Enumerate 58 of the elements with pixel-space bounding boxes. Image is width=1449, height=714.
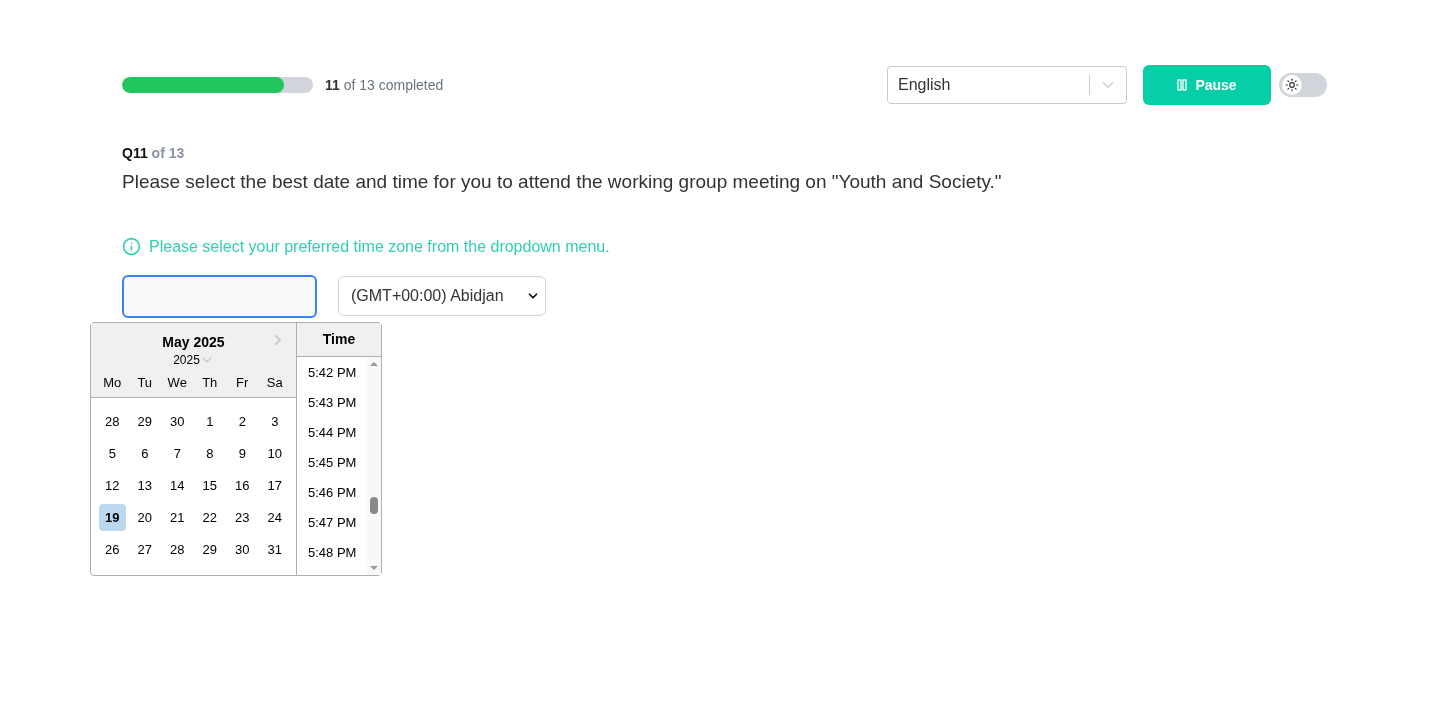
language-select[interactable]: English <box>887 66 1127 104</box>
day-cell[interactable]: 20 <box>131 504 159 531</box>
day-cell[interactable]: 27 <box>131 536 159 563</box>
time-option[interactable]: 5:47 PM <box>297 514 367 531</box>
day-cell[interactable]: 22 <box>196 504 224 531</box>
day-cell[interactable]: 24 <box>261 504 289 531</box>
weekday-label: Sa <box>265 374 284 392</box>
scrollbar[interactable] <box>367 357 381 575</box>
time-option[interactable]: 5:46 PM <box>297 484 367 501</box>
day-cell[interactable]: 10 <box>261 440 289 467</box>
day-cell[interactable]: 29 <box>196 536 224 563</box>
timezone-select[interactable]: (GMT+00:00) Abidjan <box>338 276 546 316</box>
day-cell[interactable]: 19 <box>98 504 126 531</box>
time-header: Time <box>297 323 381 357</box>
day-cell[interactable]: 26 <box>98 536 126 563</box>
day-cell[interactable]: 3 <box>261 408 289 435</box>
day-cell[interactable]: 13 <box>131 472 159 499</box>
info-icon <box>122 237 141 256</box>
year-select[interactable]: 2025 <box>91 353 296 367</box>
day-cell[interactable]: 2 <box>228 408 256 435</box>
time-option[interactable]: 5:45 PM <box>297 454 367 471</box>
day-cell[interactable]: 7 <box>163 440 191 467</box>
day-cell[interactable]: 30 <box>228 536 256 563</box>
weekday-label: Mo <box>102 374 123 392</box>
day-cell[interactable]: 5 <box>98 440 126 467</box>
question-text: Please select the best date and time for you to attend the working group meeting on "Youth and Society." <box>122 170 1003 194</box>
day-cell[interactable]: 23 <box>228 504 256 531</box>
day-cell[interactable]: 15 <box>196 472 224 499</box>
time-option[interactable]: 5:44 PM <box>297 424 367 441</box>
month-title: May 2025 <box>162 333 225 352</box>
question-number: Q11 of 13 <box>122 144 186 163</box>
weekday-label: We <box>166 374 188 392</box>
time-option[interactable]: 5:42 PM <box>297 364 367 381</box>
day-cell[interactable]: 31 <box>261 536 289 563</box>
time-option[interactable]: 5:48 PM <box>297 544 367 561</box>
date-field[interactable] <box>122 274 317 318</box>
day-cell[interactable]: 14 <box>163 472 191 499</box>
day-cell[interactable]: 29 <box>131 408 159 435</box>
day-cell[interactable]: 1 <box>196 408 224 435</box>
weekday-label: Th <box>201 374 219 392</box>
day-cell[interactable]: 12 <box>98 472 126 499</box>
day-cell[interactable]: 28 <box>98 408 126 435</box>
sun-icon <box>1285 78 1299 92</box>
progress-text: 11 of 13 completed <box>325 75 444 95</box>
day-cell[interactable]: 16 <box>228 472 256 499</box>
weekday-label: Fr <box>235 374 250 392</box>
time-option[interactable]: 5:43 PM <box>297 394 367 411</box>
theme-toggle[interactable] <box>1279 73 1327 97</box>
day-cell[interactable]: 21 <box>163 504 191 531</box>
day-cell[interactable]: 30 <box>163 408 191 435</box>
day-cell[interactable]: 8 <box>196 440 224 467</box>
weekday-label: Tu <box>136 374 154 392</box>
day-cell[interactable]: 6 <box>131 440 159 467</box>
hint-text: Please select your preferred time zone from the dropdown menu. <box>149 236 610 257</box>
day-cell[interactable]: 28 <box>163 536 191 563</box>
day-cell[interactable]: 9 <box>228 440 256 467</box>
day-cell[interactable]: 17 <box>261 472 289 499</box>
pause-icon <box>1177 79 1188 91</box>
